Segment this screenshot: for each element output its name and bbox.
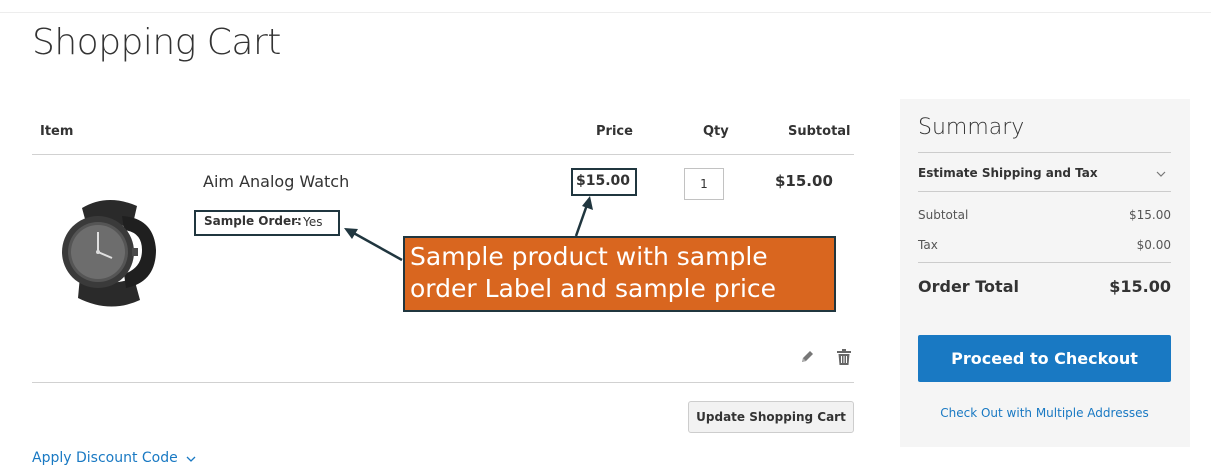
column-header-subtotal: Subtotal (788, 124, 851, 139)
table-header-divider (32, 154, 854, 155)
column-header-qty: Qty (703, 124, 729, 139)
summary-divider (918, 191, 1171, 192)
sample-order-value: - Yes (295, 215, 323, 229)
page-title: Shopping Cart (32, 22, 281, 63)
proceed-to-checkout-button[interactable]: Proceed to Checkout (918, 335, 1171, 382)
sample-order-label: Sample Order: (204, 214, 302, 228)
table-bottom-divider (32, 382, 854, 383)
summary-divider (918, 152, 1171, 153)
order-total-label: Order Total (918, 277, 1019, 296)
chevron-down-icon[interactable] (185, 453, 197, 465)
top-divider (0, 12, 1211, 13)
product-image[interactable] (52, 188, 162, 312)
summary-title: Summary (918, 115, 1025, 140)
pencil-icon[interactable] (799, 349, 815, 365)
product-name-link[interactable]: Aim Analog Watch (203, 172, 349, 191)
summary-tax-value: $0.00 (1136, 238, 1171, 252)
apply-discount-link[interactable]: Apply Discount Code (32, 450, 178, 466)
item-subtotal: $15.00 (775, 172, 833, 190)
trash-icon[interactable] (837, 349, 851, 365)
chevron-down-icon[interactable] (1155, 168, 1167, 180)
watch-image (62, 199, 156, 307)
summary-subtotal-label: Subtotal (918, 208, 969, 222)
estimate-shipping-toggle[interactable]: Estimate Shipping and Tax (918, 166, 1098, 180)
multi-address-checkout-link[interactable]: Check Out with Multiple Addresses (918, 406, 1171, 420)
column-header-price: Price (596, 124, 633, 139)
summary-tax-label: Tax (918, 238, 938, 252)
item-price: $15.00 (576, 173, 631, 189)
column-header-item: Item (40, 124, 74, 139)
order-total-value: $15.00 (1109, 277, 1171, 296)
update-cart-button[interactable]: Update Shopping Cart (688, 401, 854, 433)
summary-subtotal-value: $15.00 (1129, 208, 1171, 222)
summary-divider (918, 262, 1171, 263)
qty-input[interactable]: 1 (684, 168, 724, 200)
annotation-text: Sample product with sample order Label a… (410, 242, 777, 303)
